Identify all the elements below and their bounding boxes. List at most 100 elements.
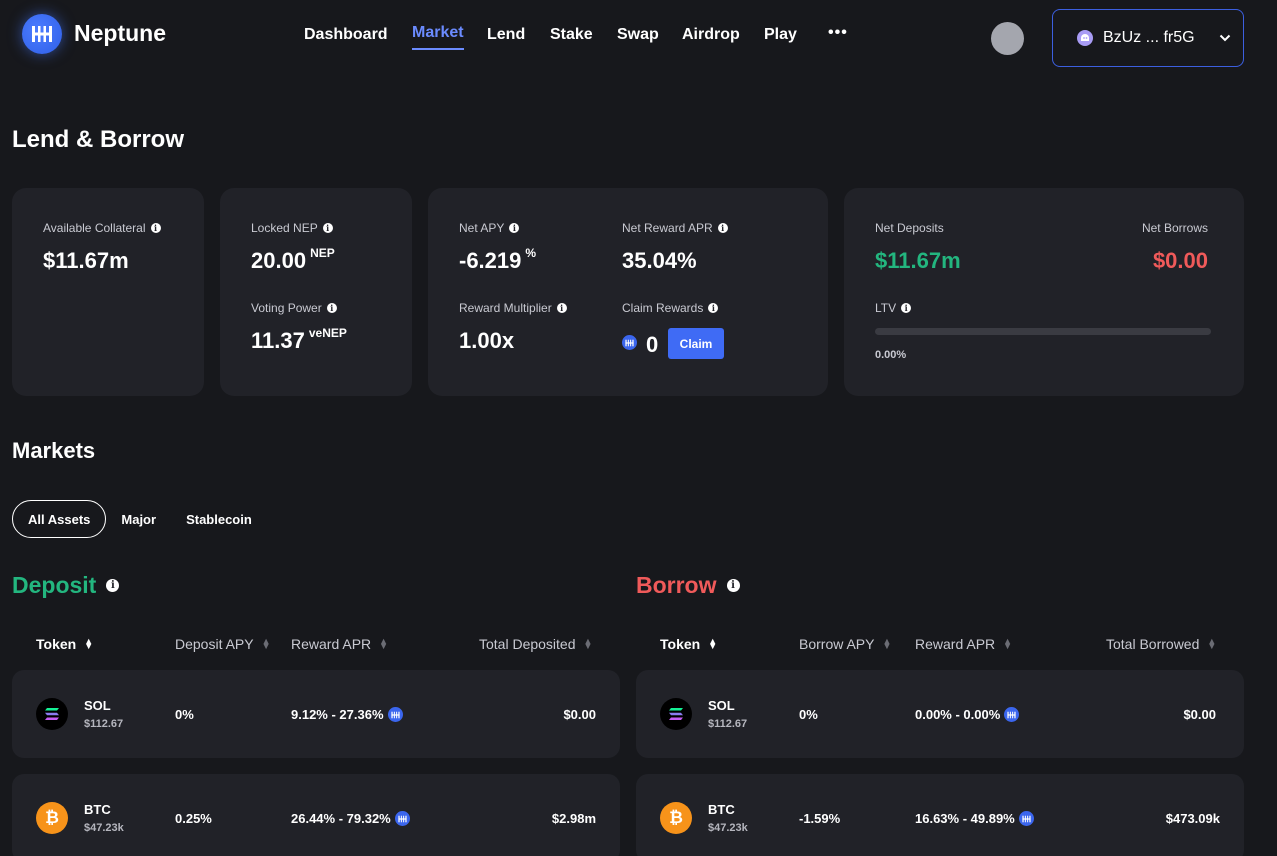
- borrow-col-total[interactable]: Total Borrowed ▲ ▼: [1106, 636, 1216, 652]
- voting-power-value: 11.37 veNEP: [251, 326, 347, 353]
- borrow-col-reward[interactable]: Reward APR ▲ ▼: [915, 636, 1012, 652]
- info-icon[interactable]: i: [322, 223, 333, 233]
- apy-card: Net APY i -6.219% Net Reward APR i 35.04% …: [428, 188, 828, 396]
- phantom-wallet-icon: [1077, 30, 1093, 46]
- deposit-row-btc[interactable]: ₿ BTC $47.23k 0.25% 26.44% - 79.32% $2.9…: [12, 774, 620, 856]
- net-reward-apr-value: 35.04%: [622, 248, 697, 273]
- total-borrowed: $473.09k: [1165, 811, 1220, 826]
- deposit-row-sol[interactable]: SOL $112.67 0% 9.12% - 27.36% $0.00: [12, 670, 620, 758]
- net-deposits-label: Net Deposits: [875, 221, 944, 235]
- borrow-col-apy[interactable]: Borrow APY ▲ ▼: [799, 636, 891, 652]
- voting-power-label: Voting Power i: [251, 301, 337, 315]
- info-icon[interactable]: i: [509, 223, 520, 233]
- reward-multiplier-value: 1.00x: [459, 328, 515, 353]
- info-icon[interactable]: i: [106, 579, 120, 592]
- nav-market[interactable]: Market: [412, 24, 464, 50]
- wallet-button[interactable]: BzUz ... fr5G: [1052, 9, 1244, 67]
- net-reward-apr-label: Net Reward APR i: [622, 221, 728, 235]
- info-icon[interactable]: i: [708, 303, 719, 313]
- token-name: SOL: [84, 698, 111, 713]
- deposit-title: Deposit i: [12, 572, 120, 599]
- deposit-col-apy[interactable]: Deposit APY ▲ ▼: [175, 636, 271, 652]
- solana-icon: [660, 698, 692, 730]
- reward-apr: 16.63% - 49.89%: [915, 811, 1034, 826]
- sort-icon: ▲ ▼: [583, 636, 593, 651]
- sort-icon: ▲ ▼: [882, 636, 892, 651]
- token-price: $47.23k: [708, 822, 748, 834]
- ltv-progress-bar: [875, 328, 1211, 335]
- nav-dashboard[interactable]: Dashboard: [304, 26, 388, 44]
- sort-icon: ▲ ▼: [261, 636, 271, 651]
- total-deposited: $2.98m: [551, 811, 596, 826]
- borrow-row-sol[interactable]: SOL $112.67 0% 0.00% - 0.00% $0.00: [636, 670, 1244, 758]
- reward-apr: 26.44% - 79.32%: [291, 811, 410, 826]
- net-borrows-label: Net Borrows: [1141, 221, 1208, 235]
- token-price: $47.23k: [84, 822, 124, 834]
- token-name: BTC: [84, 802, 111, 817]
- reward-apr: 9.12% - 27.36%: [291, 707, 403, 722]
- borrow-title: Borrow i: [636, 572, 740, 599]
- token-price: $112.67: [708, 718, 748, 730]
- filter-major[interactable]: Major: [106, 500, 171, 538]
- nav-swap[interactable]: Swap: [617, 26, 659, 44]
- avatar[interactable]: [991, 22, 1024, 55]
- net-apy-value: -6.219%: [459, 246, 537, 273]
- info-icon[interactable]: i: [150, 223, 161, 233]
- reward-apr: 0.00% - 0.00%: [915, 707, 1020, 722]
- info-icon[interactable]: i: [901, 303, 912, 313]
- collateral-card: Available Collateral i $11.67m: [12, 188, 204, 396]
- nav-stake[interactable]: Stake: [550, 26, 593, 44]
- bitcoin-icon: ₿: [36, 802, 68, 834]
- claim-button[interactable]: Claim: [668, 328, 724, 359]
- nep-token-icon: [622, 335, 637, 350]
- claim-rewards-label: Claim Rewards i: [622, 301, 719, 315]
- nav-lend[interactable]: Lend: [487, 26, 525, 44]
- sort-icon: ▲ ▼: [1003, 636, 1013, 651]
- info-icon[interactable]: i: [726, 579, 740, 592]
- claim-rewards-value: 0: [646, 332, 659, 357]
- borrow-row-btc[interactable]: ₿ BTC $47.23k -1.59% 16.63% - 49.89% $47…: [636, 774, 1244, 856]
- nep-token-icon: [1018, 811, 1034, 826]
- available-collateral-value: $11.67m: [43, 248, 129, 273]
- nep-token-icon: [1004, 707, 1020, 722]
- token-name: SOL: [708, 698, 735, 713]
- total-deposited: $0.00: [563, 707, 596, 722]
- borrow-apy: -1.59%: [799, 811, 841, 826]
- filter-stablecoin[interactable]: Stablecoin: [171, 500, 267, 538]
- nav-more-icon[interactable]: •••: [828, 24, 848, 42]
- deposit-apy: 0.25%: [175, 811, 212, 826]
- locked-nep-card: Locked NEP i 20.00 NEP Voting Power i 11.37…: [220, 188, 412, 396]
- net-apy-label: Net APY i: [459, 221, 520, 235]
- brand-name[interactable]: Neptune: [74, 20, 166, 47]
- deposit-col-reward[interactable]: Reward APR ▲ ▼: [291, 636, 388, 652]
- neptune-logo-icon[interactable]: [22, 14, 62, 54]
- deposit-col-total[interactable]: Total Deposited ▲ ▼: [479, 636, 592, 652]
- sort-icon: ▲ ▼: [379, 636, 389, 651]
- markets-title: Markets: [12, 438, 96, 463]
- sort-icon: ▲ ▼: [1207, 636, 1217, 651]
- page-title: Lend & Borrow: [12, 126, 184, 153]
- locked-nep-value: 20.00 NEP: [251, 246, 335, 273]
- info-icon[interactable]: i: [326, 303, 337, 313]
- ltv-label: LTV i: [875, 301, 912, 315]
- locked-nep-label: Locked NEP i: [251, 221, 333, 235]
- wallet-address: BzUz ... fr5G: [1103, 29, 1195, 46]
- deposit-col-token[interactable]: Token ▲ ▼: [36, 636, 93, 652]
- borrow-apy: 0%: [799, 707, 818, 722]
- info-icon[interactable]: i: [556, 303, 567, 313]
- filter-all-assets[interactable]: All Assets: [12, 500, 107, 538]
- ltv-value: 0.00%: [875, 349, 907, 361]
- nav-airdrop[interactable]: Airdrop: [682, 26, 740, 44]
- net-positions-card: Net Deposits $11.67m Net Borrows $0.00 L…: [844, 188, 1244, 396]
- nep-token-icon: [387, 707, 403, 722]
- market-filters: All Assets Major Stablecoin: [12, 500, 267, 538]
- net-deposits-value: $11.67m: [875, 248, 961, 273]
- borrow-col-token[interactable]: Token ▲ ▼: [660, 636, 717, 652]
- sort-icon: ▲ ▼: [84, 636, 94, 651]
- info-icon[interactable]: i: [717, 223, 728, 233]
- nav-play[interactable]: Play: [764, 26, 797, 44]
- sort-icon: ▲ ▼: [708, 636, 718, 651]
- solana-icon: [36, 698, 68, 730]
- chevron-down-icon: [1219, 29, 1231, 47]
- token-price: $112.67: [84, 718, 124, 730]
